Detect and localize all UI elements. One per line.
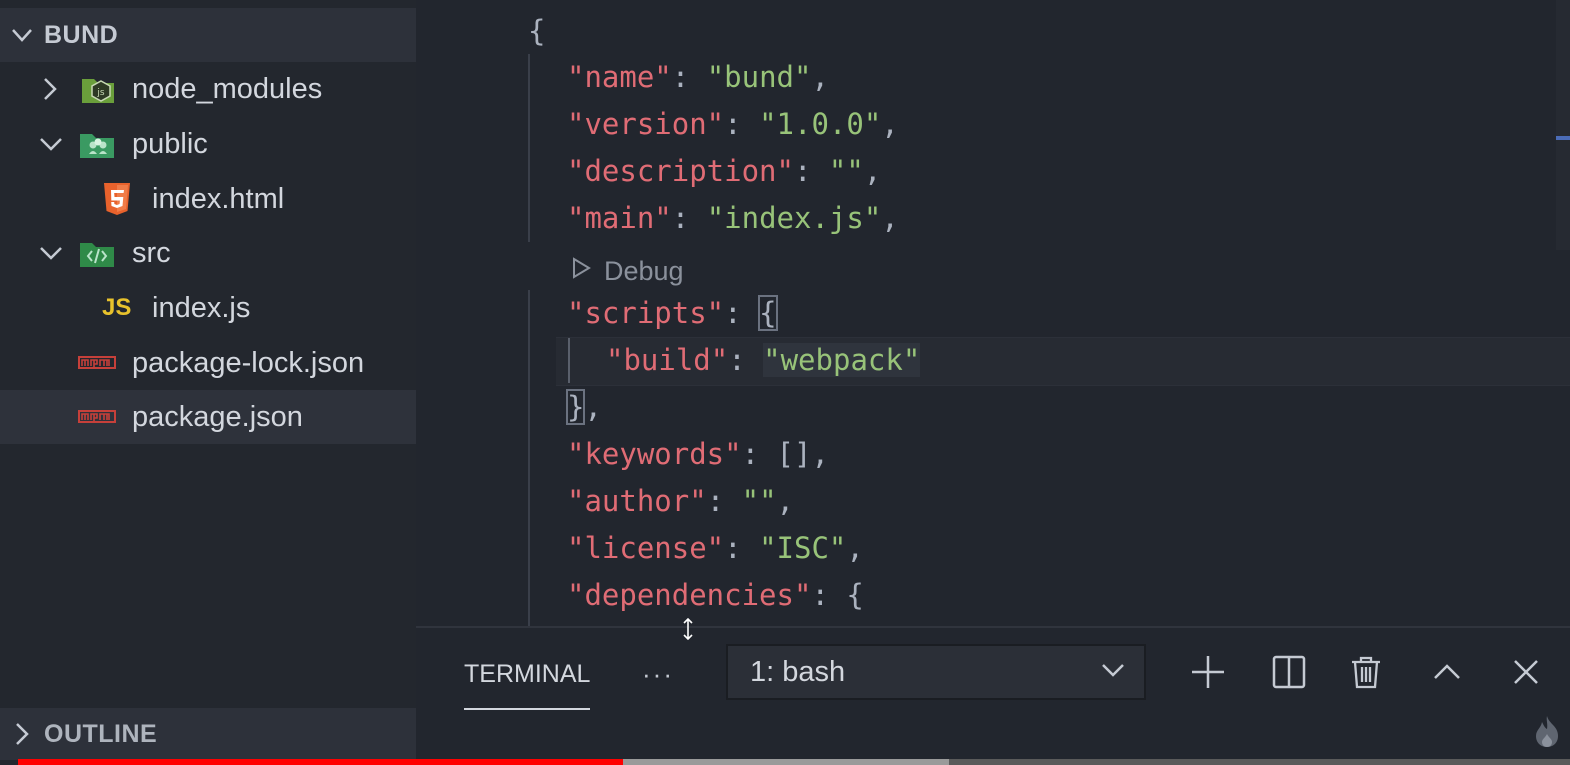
npm-icon: [78, 390, 116, 444]
outline-title: OUTLINE: [44, 719, 158, 748]
split-terminal-button[interactable]: [1267, 650, 1311, 694]
close-icon: [1514, 660, 1538, 684]
more-actions-button[interactable]: ···: [642, 654, 674, 694]
maximize-panel-button[interactable]: [1425, 650, 1469, 694]
code-line: "build": "webpack": [606, 343, 921, 377]
code-line: "scripts": {: [567, 295, 778, 331]
code-line: "keywords": [],: [567, 437, 829, 471]
trash-icon: [1352, 656, 1380, 689]
code-line: "dependencies": {: [567, 578, 864, 612]
svg-text:js: js: [96, 88, 105, 98]
chevron-down-icon: [0, 22, 44, 48]
tree-item-label: public: [132, 128, 208, 160]
plus-icon: [1192, 656, 1224, 688]
chevron-right-icon: [40, 62, 60, 116]
terminal-panel: TERMINAL ··· 1: bash: [416, 626, 1570, 762]
debug-codelens[interactable]: Debug: [570, 250, 684, 292]
indent-guide: [528, 290, 530, 626]
code-line: "main": "index.js",: [567, 201, 899, 235]
indent-guide: [528, 54, 530, 242]
play-icon: [570, 256, 592, 287]
tree-item-index-js[interactable]: JS index.js: [0, 281, 416, 335]
code-line: {: [528, 14, 546, 48]
scrollbar-cursor-marker: [1556, 136, 1570, 140]
vscode-window: BUND js node_modules public index.html s…: [0, 0, 1570, 765]
code-line: "name": "bund",: [567, 60, 829, 94]
tree-item-package-lock-json[interactable]: package-lock.json: [0, 336, 416, 390]
chevron-down-icon: [38, 117, 64, 171]
new-terminal-button[interactable]: [1186, 650, 1230, 694]
js-file-icon: JS: [102, 294, 132, 321]
outline-section-header[interactable]: OUTLINE: [0, 708, 416, 760]
kill-terminal-button[interactable]: [1344, 650, 1388, 694]
terminal-select-dropdown[interactable]: 1: bash: [726, 644, 1146, 700]
terminal-select-value: 1: bash: [750, 655, 846, 688]
tree-item-index-html[interactable]: index.html: [0, 172, 416, 226]
tree-item-label: package.json: [132, 401, 303, 433]
npm-icon: [78, 336, 116, 390]
tree-item-node-modules[interactable]: js node_modules: [0, 62, 416, 116]
code-line: "version": "1.0.0",: [567, 107, 899, 141]
public-folder-icon: [78, 117, 116, 171]
debug-label: Debug: [604, 255, 684, 286]
editor-scrollbar[interactable]: [1556, 0, 1570, 250]
tree-item-label: index.html: [152, 183, 285, 215]
tree-item-label: src: [132, 237, 171, 269]
tree-item-label: package-lock.json: [132, 347, 365, 379]
explorer-sidebar: BUND js node_modules public index.html s…: [0, 0, 416, 765]
tree-item-public[interactable]: public: [0, 117, 416, 171]
chevron-right-icon: [0, 721, 44, 747]
chevron-up-icon: [1434, 664, 1460, 679]
tree-item-label: index.js: [152, 292, 251, 324]
code-line: },: [565, 389, 602, 425]
chevron-down-icon: [1100, 657, 1126, 687]
resize-cursor-icon: [682, 617, 694, 644]
code-line: "description": "",: [567, 154, 882, 188]
chevron-down-icon: [38, 226, 64, 280]
explorer-folder-title: BUND: [44, 20, 119, 49]
code-line: "author": "",: [567, 484, 794, 518]
node-modules-folder-icon: js: [80, 62, 116, 116]
tree-item-package-json[interactable]: package.json: [0, 390, 416, 444]
flame-icon: [1532, 714, 1562, 752]
close-panel-button[interactable]: [1504, 650, 1548, 694]
explorer-folder-header[interactable]: BUND: [0, 8, 416, 62]
video-progress-played: [18, 759, 623, 765]
code-line: "license": "ISC",: [567, 531, 864, 565]
split-icon: [1272, 655, 1306, 689]
tree-item-label: node_modules: [132, 73, 323, 105]
indent-guide-active: [568, 338, 570, 383]
tab-terminal[interactable]: TERMINAL: [464, 654, 591, 710]
tree-item-src[interactable]: src: [0, 226, 416, 280]
src-folder-icon: [78, 226, 116, 280]
code-editor[interactable]: { "name": "bund", "version": "1.0.0", "d…: [416, 0, 1570, 626]
html5-icon: [102, 172, 132, 226]
